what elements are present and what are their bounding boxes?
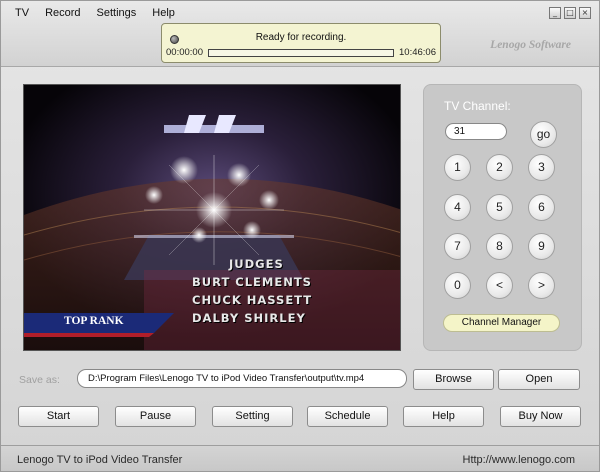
time-elapsed: 00:00:00 [166,47,203,58]
channel-manager-button[interactable]: Channel Manager [443,314,560,332]
pause-button[interactable]: Pause [115,406,196,427]
save-as-label: Save as: [19,374,60,386]
minimize-icon[interactable]: _ [549,7,561,19]
key-2-button[interactable]: 2 [486,154,513,181]
status-panel: Ready for recording. 00:00:00 10:46:06 [161,23,441,63]
window-controls: _ □ × [549,7,591,19]
maximize-icon[interactable]: □ [564,7,576,19]
app-window: TV Record Settings Help _ □ × Ready for … [0,0,600,472]
brand-logo: Lenogo Software [490,39,571,51]
key-0-button[interactable]: 0 [444,272,471,299]
browse-button[interactable]: Browse [413,369,494,390]
key-6-button[interactable]: 6 [528,194,555,221]
judge-name-3: DALBY SHIRLEY [192,311,306,325]
time-total: 10:46:06 [399,47,436,58]
setting-button[interactable]: Setting [212,406,293,427]
menu-help[interactable]: Help [144,6,183,20]
key-1-button[interactable]: 1 [444,154,471,181]
close-icon[interactable]: × [579,7,591,19]
key-8-button[interactable]: 8 [486,233,513,260]
open-button[interactable]: Open [498,369,580,390]
save-path-input[interactable] [77,369,407,388]
go-button[interactable]: go [530,121,557,148]
judge-name-2: CHUCK HASSETT [192,293,313,307]
channel-label: TV Channel: [444,99,511,113]
key-7-button[interactable]: 7 [444,233,471,260]
key-9-button[interactable]: 9 [528,233,555,260]
channel-panel: TV Channel: go 1 2 3 4 5 6 7 8 9 0 < > C… [423,84,582,351]
status-message: Ready for recording. [255,32,347,43]
menu-tv[interactable]: TV [7,6,37,20]
menu-bar: TV Record Settings Help [7,6,183,20]
top-band: TV Record Settings Help _ □ × Ready for … [1,1,599,67]
schedule-button[interactable]: Schedule [307,406,388,427]
start-button[interactable]: Start [18,406,99,427]
footer-website-link[interactable]: Http://www.lenogo.com [463,454,576,466]
key-5-button[interactable]: 5 [486,194,513,221]
top-rank-logo: TOP RANK [64,315,124,327]
channel-input[interactable] [445,123,507,140]
video-preview: JUDGES BURT CLEMENTS CHUCK HASSETT DALBY… [23,84,401,351]
buy-now-button[interactable]: Buy Now [500,406,581,427]
channel-next-button[interactable]: > [528,272,555,299]
help-button[interactable]: Help [403,406,484,427]
menu-settings[interactable]: Settings [89,6,145,20]
judge-name-1: BURT CLEMENTS [192,275,312,289]
recording-progress [208,49,394,57]
channel-prev-button[interactable]: < [486,272,513,299]
footer-bar: Lenogo TV to iPod Video Transfer Http://… [1,445,599,471]
menu-record[interactable]: Record [37,6,88,20]
key-3-button[interactable]: 3 [528,154,555,181]
judges-heading: JUDGES [229,257,284,271]
key-4-button[interactable]: 4 [444,194,471,221]
footer-app-name: Lenogo TV to iPod Video Transfer [17,454,183,466]
